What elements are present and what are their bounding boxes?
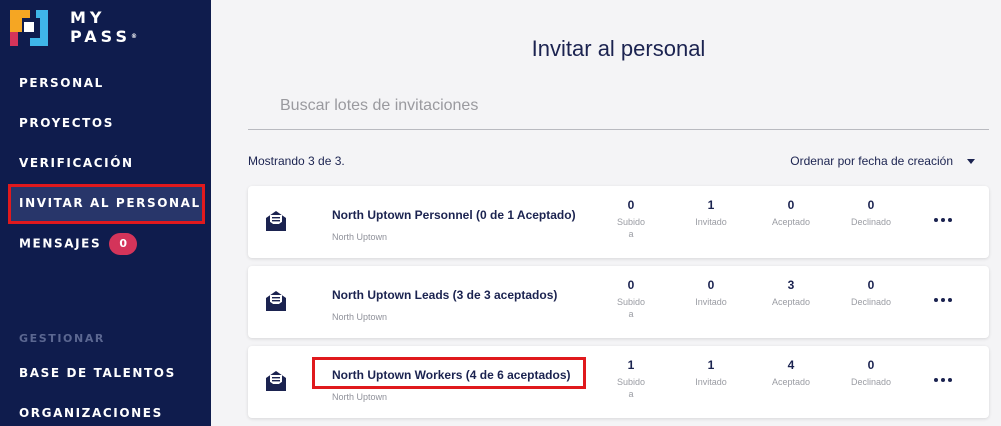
stat-label: Subido a bbox=[616, 377, 646, 399]
sidebar: MY PASS® PERSONAL PROYECTOS VERIFICACIÓN… bbox=[0, 0, 211, 426]
stat-value: 1 bbox=[707, 198, 715, 212]
sidebar-item-organizaciones[interactable]: ORGANIZACIONES bbox=[19, 406, 163, 420]
brand-line-1: MY bbox=[70, 8, 106, 27]
stat-value: 0 bbox=[867, 278, 875, 292]
search-input[interactable] bbox=[248, 82, 989, 130]
sort-label: Ordenar por fecha de creación bbox=[790, 154, 953, 168]
sidebar-item-proyectos[interactable]: PROYECTOS bbox=[19, 116, 114, 130]
sidebar-item-base-de-talentos[interactable]: BASE DE TALENTOS bbox=[19, 366, 176, 380]
stat-value: 1 bbox=[627, 358, 635, 372]
stat-invited: 1 Invitado bbox=[681, 358, 741, 388]
stat-invited: 0 Invitado bbox=[681, 278, 741, 308]
stat-value: 4 bbox=[787, 358, 795, 372]
batch-name[interactable]: North Uptown Leads (3 de 3 aceptados) bbox=[332, 288, 557, 302]
brand-line-2: PASS bbox=[70, 27, 131, 46]
batch-name-highlight bbox=[312, 357, 586, 389]
stat-value: 1 bbox=[707, 358, 715, 372]
more-options-icon[interactable] bbox=[932, 212, 954, 228]
stat-value: 0 bbox=[707, 278, 715, 292]
stat-uploaded: 0 Subido a bbox=[601, 278, 661, 320]
results-count: Mostrando 3 de 3. bbox=[248, 154, 345, 168]
more-options-icon[interactable] bbox=[932, 292, 954, 308]
invitation-batch-card[interactable]: North Uptown Leads (3 de 3 aceptados) No… bbox=[248, 266, 989, 338]
more-options-icon[interactable] bbox=[932, 372, 954, 388]
stat-uploaded: 0 Subido a bbox=[601, 198, 661, 240]
envelope-icon bbox=[266, 371, 286, 391]
brand-reg-mark: ® bbox=[130, 33, 137, 40]
sidebar-item-mensajes[interactable]: MENSAJES 0 bbox=[19, 233, 138, 255]
section-label-gestionar: GESTIONAR bbox=[19, 332, 106, 345]
stat-accepted: 4 Aceptado bbox=[761, 358, 821, 388]
sidebar-item-label: MENSAJES bbox=[19, 236, 102, 251]
invitation-batch-card[interactable]: North Uptown Personnel (0 de 1 Aceptado)… bbox=[248, 186, 989, 258]
stat-declined: 0 Declinado bbox=[841, 358, 901, 388]
stat-value: 0 bbox=[787, 198, 795, 212]
sidebar-item-personal[interactable]: PERSONAL bbox=[19, 76, 104, 90]
stat-label: Invitado bbox=[695, 217, 727, 227]
batch-organization: North Uptown bbox=[332, 312, 388, 322]
stat-accepted: 3 Aceptado bbox=[761, 278, 821, 308]
sidebar-item-verificacion[interactable]: VERIFICACIÓN bbox=[19, 156, 134, 170]
stat-value: 3 bbox=[787, 278, 795, 292]
stat-label: Invitado bbox=[695, 297, 727, 307]
stat-label: Declinado bbox=[850, 297, 892, 307]
envelope-icon bbox=[266, 291, 286, 311]
stat-uploaded: 1 Subido a bbox=[601, 358, 661, 400]
mypass-logo-icon bbox=[10, 10, 48, 46]
stat-accepted: 0 Aceptado bbox=[761, 198, 821, 228]
messages-count-badge: 0 bbox=[109, 233, 138, 255]
stat-label: Invitado bbox=[695, 377, 727, 387]
stat-declined: 0 Declinado bbox=[841, 278, 901, 308]
batch-organization: North Uptown bbox=[332, 232, 388, 242]
stat-label: Aceptado bbox=[771, 217, 811, 227]
stat-value: 0 bbox=[867, 358, 875, 372]
stat-value: 0 bbox=[627, 198, 635, 212]
caret-down-icon bbox=[967, 159, 975, 165]
stat-label: Subido a bbox=[616, 297, 646, 319]
brand-name: MY PASS® bbox=[70, 8, 137, 46]
sort-dropdown[interactable]: Ordenar por fecha de creación bbox=[790, 154, 975, 168]
envelope-icon bbox=[266, 211, 286, 231]
stat-label: Subido a bbox=[616, 217, 646, 239]
stat-label: Aceptado bbox=[771, 377, 811, 387]
stat-invited: 1 Invitado bbox=[681, 198, 741, 228]
stat-declined: 0 Declinado bbox=[841, 198, 901, 228]
stat-value: 0 bbox=[867, 198, 875, 212]
batch-name[interactable]: North Uptown Personnel (0 de 1 Aceptado) bbox=[332, 208, 576, 222]
batch-organization: North Uptown bbox=[332, 392, 388, 402]
page-title: Invitar al personal bbox=[531, 36, 706, 61]
stat-label: Aceptado bbox=[771, 297, 811, 307]
stat-value: 0 bbox=[627, 278, 635, 292]
sidebar-item-invitar-al-personal[interactable]: INVITAR AL PERSONAL bbox=[19, 196, 201, 210]
stat-label: Declinado bbox=[850, 217, 892, 227]
stat-label: Declinado bbox=[850, 377, 892, 387]
